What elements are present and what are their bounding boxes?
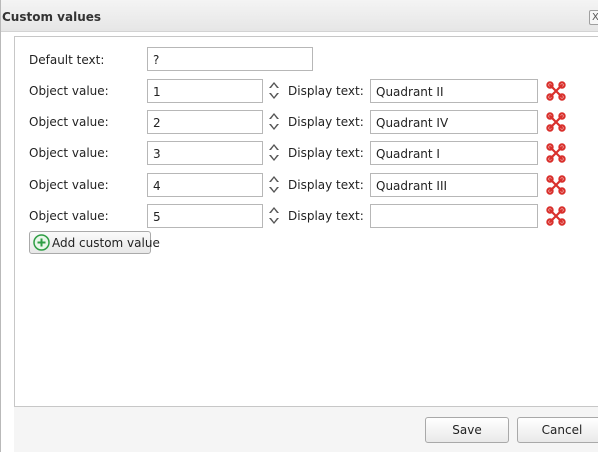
object-value-label: Object value: [29, 115, 109, 129]
chevron-up-icon[interactable] [269, 144, 279, 150]
delete-icon[interactable] [545, 142, 567, 164]
object-value-input[interactable]: 2 [147, 110, 263, 134]
add-custom-value-button[interactable]: Add custom value [29, 231, 160, 254]
object-value-input[interactable]: 5 [147, 204, 263, 228]
object-value-label: Object value: [29, 209, 109, 223]
display-text-input[interactable]: Quadrant III [370, 173, 538, 197]
close-icon: X [592, 12, 598, 23]
chevron-down-icon[interactable] [269, 155, 279, 161]
default-text-label: Default text: [29, 53, 105, 67]
chevron-down-icon[interactable] [269, 93, 279, 99]
chevron-up-icon[interactable] [269, 113, 279, 119]
object-value-label: Object value: [29, 84, 109, 98]
chevron-down-icon[interactable] [269, 187, 279, 193]
object-value-stepper[interactable] [266, 141, 282, 165]
chevron-down-icon[interactable] [269, 124, 279, 130]
dialog-titlebar: Custom values X [1, 0, 598, 32]
chevron-up-icon[interactable] [269, 207, 279, 213]
add-custom-value-label: Add custom value [52, 236, 160, 250]
default-text-input[interactable]: ? [147, 47, 313, 71]
display-text-input[interactable] [370, 204, 538, 228]
dialog-content: Default text: ? Object value: 1 Display … [14, 36, 598, 407]
chevron-down-icon[interactable] [269, 218, 279, 224]
display-text-label: Display text: [288, 115, 364, 129]
add-icon [33, 234, 50, 251]
display-text-label: Display text: [288, 84, 364, 98]
object-value-label: Object value: [29, 146, 109, 160]
display-text-label: Display text: [288, 178, 364, 192]
display-text-label: Display text: [288, 209, 364, 223]
dialog-title: Custom values [2, 10, 102, 24]
dialog-footer: Save Cancel [14, 407, 598, 452]
chevron-up-icon[interactable] [269, 82, 279, 88]
cancel-button[interactable]: Cancel [517, 417, 598, 443]
object-value-stepper[interactable] [266, 79, 282, 103]
delete-icon[interactable] [545, 80, 567, 102]
custom-values-dialog: Custom values X Default text: ? Object v… [0, 0, 598, 452]
delete-icon[interactable] [545, 205, 567, 227]
delete-icon[interactable] [545, 174, 567, 196]
object-value-input[interactable]: 4 [147, 173, 263, 197]
save-button[interactable]: Save [425, 417, 509, 443]
close-button[interactable]: X [589, 10, 598, 25]
display-text-input[interactable]: Quadrant IV [370, 110, 538, 134]
object-value-stepper[interactable] [266, 204, 282, 228]
object-value-stepper[interactable] [266, 173, 282, 197]
display-text-input[interactable]: Quadrant II [370, 79, 538, 103]
object-value-label: Object value: [29, 178, 109, 192]
object-value-stepper[interactable] [266, 110, 282, 134]
delete-icon[interactable] [545, 111, 567, 133]
display-text-input[interactable]: Quadrant I [370, 141, 538, 165]
display-text-label: Display text: [288, 146, 364, 160]
object-value-input[interactable]: 3 [147, 141, 263, 165]
chevron-up-icon[interactable] [269, 176, 279, 182]
object-value-input[interactable]: 1 [147, 79, 263, 103]
